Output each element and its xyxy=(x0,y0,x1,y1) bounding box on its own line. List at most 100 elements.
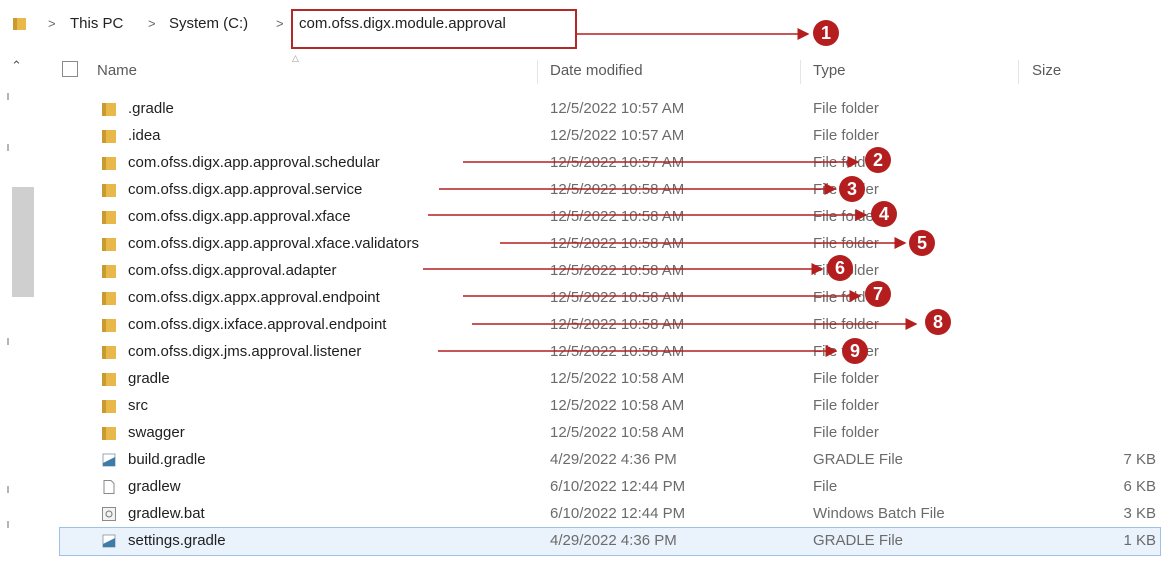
file-date-modified: 6/10/2022 12:44 PM xyxy=(550,478,686,495)
file-type: File folder xyxy=(813,424,879,441)
file-date-modified: 12/5/2022 10:58 AM xyxy=(550,262,685,279)
folder-icon xyxy=(102,238,116,251)
file-name: .idea xyxy=(128,127,161,144)
folder-icon xyxy=(13,18,26,30)
column-header-date-modified[interactable]: Date modified xyxy=(550,62,643,79)
scroll-tick xyxy=(7,338,9,345)
file-row[interactable]: com.ofss.digx.jms.approval.listener 12/5/… xyxy=(60,339,1160,366)
column-header-name[interactable]: Name xyxy=(97,62,137,79)
file-name: com.ofss.digx.app.approval.schedular xyxy=(128,154,380,171)
file-name: swagger xyxy=(128,424,185,441)
batch-file-icon xyxy=(102,507,116,521)
file-row[interactable]: gradle 12/5/2022 10:58 AM File folder xyxy=(60,366,1160,393)
file-type: File folder xyxy=(813,154,879,171)
folder-icon xyxy=(102,265,116,278)
file-type: File folder xyxy=(813,181,879,198)
file-date-modified: 12/5/2022 10:57 AM xyxy=(550,154,685,171)
file-name: com.ofss.digx.app.approval.xface.validat… xyxy=(128,235,419,252)
column-divider[interactable] xyxy=(800,60,801,84)
file-size: 3 KB xyxy=(1123,505,1156,522)
file-date-modified: 12/5/2022 10:58 AM xyxy=(550,370,685,387)
file-type: File folder xyxy=(813,208,879,225)
file-name: com.ofss.digx.app.approval.xface xyxy=(128,208,351,225)
file-type: File folder xyxy=(813,316,879,333)
file-name: gradlew.bat xyxy=(128,505,205,522)
file-date-modified: 12/5/2022 10:58 AM xyxy=(550,289,685,306)
file-name: com.ofss.digx.app.approval.service xyxy=(128,181,363,198)
file-type: File xyxy=(813,478,838,495)
folder-icon xyxy=(102,400,116,413)
folder-icon xyxy=(102,103,116,116)
breadcrumb-this-pc[interactable]: This PC xyxy=(70,15,123,32)
folder-icon xyxy=(102,184,116,197)
file-date-modified: 12/5/2022 10:58 AM xyxy=(550,235,685,252)
file-name: build.gradle xyxy=(128,451,206,468)
file-date-modified: 12/5/2022 10:58 AM xyxy=(550,316,685,333)
gradle-file-icon xyxy=(102,453,116,467)
gradle-file-icon xyxy=(102,534,116,548)
file-date-modified: 12/5/2022 10:57 AM xyxy=(550,100,685,117)
file-type: GRADLE File xyxy=(813,451,904,468)
file-name: .gradle xyxy=(128,100,174,117)
folder-icon xyxy=(102,157,116,170)
file-row[interactable]: build.gradle 4/29/2022 4:36 PM GRADLE File… xyxy=(60,447,1160,474)
column-divider[interactable] xyxy=(537,60,538,84)
file-name: com.ofss.digx.approval.adapter xyxy=(128,262,337,279)
file-type: File folder xyxy=(813,235,879,252)
scroll-up-icon[interactable]: ⌃ xyxy=(11,58,22,74)
file-type: File folder xyxy=(813,100,879,117)
file-name: com.ofss.digx.jms.approval.listener xyxy=(128,343,362,360)
file-row[interactable]: gradlew 6/10/2022 12:44 PM File 6 KB xyxy=(60,474,1160,501)
file-row[interactable]: com.ofss.digx.app.approval.xface 12/5/202… xyxy=(60,204,1160,231)
chevron-right-icon[interactable]: > xyxy=(148,16,156,31)
chevron-right-icon[interactable]: > xyxy=(276,16,284,31)
address-bar[interactable]: > This PC > System (C:) > com.ofss.digx.… xyxy=(0,0,1174,56)
folder-icon xyxy=(102,427,116,440)
file-row[interactable]: com.ofss.digx.app.approval.schedular 12/5… xyxy=(60,150,1160,177)
column-divider[interactable] xyxy=(1018,60,1019,84)
file-date-modified: 12/5/2022 10:58 AM xyxy=(550,397,685,414)
file-type: File folder xyxy=(813,397,879,414)
file-row[interactable]: src 12/5/2022 10:58 AM File folder xyxy=(60,393,1160,420)
file-date-modified: 12/5/2022 10:57 AM xyxy=(550,127,685,144)
file-name: com.ofss.digx.appx.approval.endpoint xyxy=(128,289,380,306)
scroll-tick xyxy=(7,144,9,151)
scroll-tick xyxy=(7,486,9,493)
folder-icon xyxy=(102,373,116,386)
file-row[interactable]: com.ofss.digx.approval.adapter 12/5/2022 … xyxy=(60,258,1160,285)
file-name: gradle xyxy=(128,370,170,387)
sort-ascending-icon: △ xyxy=(292,53,299,63)
scrollbar-thumb[interactable] xyxy=(12,187,34,297)
file-row[interactable]: com.ofss.digx.app.approval.service 12/5/2… xyxy=(60,177,1160,204)
annotation-highlight-box xyxy=(291,9,577,49)
file-row[interactable]: com.ofss.digx.app.approval.xface.validat… xyxy=(60,231,1160,258)
file-row[interactable]: swagger 12/5/2022 10:58 AM File folder xyxy=(60,420,1160,447)
file-name: src xyxy=(128,397,148,414)
file-size: 1 KB xyxy=(1123,532,1156,549)
file-date-modified: 12/5/2022 10:58 AM xyxy=(550,343,685,360)
folder-icon xyxy=(102,130,116,143)
select-all-checkbox[interactable] xyxy=(62,61,78,77)
file-date-modified: 12/5/2022 10:58 AM xyxy=(550,181,685,198)
file-type: File folder xyxy=(813,370,879,387)
file-size: 6 KB xyxy=(1123,478,1156,495)
folder-icon xyxy=(102,292,116,305)
breadcrumb-system-c[interactable]: System (C:) xyxy=(169,15,248,32)
file-date-modified: 6/10/2022 12:44 PM xyxy=(550,505,686,522)
file-name: gradlew xyxy=(128,478,181,495)
chevron-right-icon[interactable]: > xyxy=(48,16,56,31)
file-row[interactable]: .gradle 12/5/2022 10:57 AM File folder xyxy=(60,96,1160,123)
file-name: settings.gradle xyxy=(128,532,226,549)
column-header-type[interactable]: Type xyxy=(813,62,846,79)
file-date-modified: 12/5/2022 10:58 AM xyxy=(550,424,685,441)
file-type: File folder xyxy=(813,262,879,279)
file-row[interactable]: gradlew.bat 6/10/2022 12:44 PM Windows Bat… xyxy=(60,501,1160,528)
file-row[interactable]: com.ofss.digx.ixface.approval.endpoint 12… xyxy=(60,312,1160,339)
file-row[interactable]: settings.gradle 4/29/2022 4:36 PM GRADLE F… xyxy=(59,527,1161,556)
column-header-size[interactable]: Size xyxy=(1032,62,1061,79)
vertical-scrollbar[interactable]: ⌃ xyxy=(0,56,36,563)
file-type: GRADLE File xyxy=(813,532,904,549)
file-row[interactable]: com.ofss.digx.appx.approval.endpoint 12/5… xyxy=(60,285,1160,312)
file-row[interactable]: .idea 12/5/2022 10:57 AM File folder xyxy=(60,123,1160,150)
file-size: 7 KB xyxy=(1123,451,1156,468)
